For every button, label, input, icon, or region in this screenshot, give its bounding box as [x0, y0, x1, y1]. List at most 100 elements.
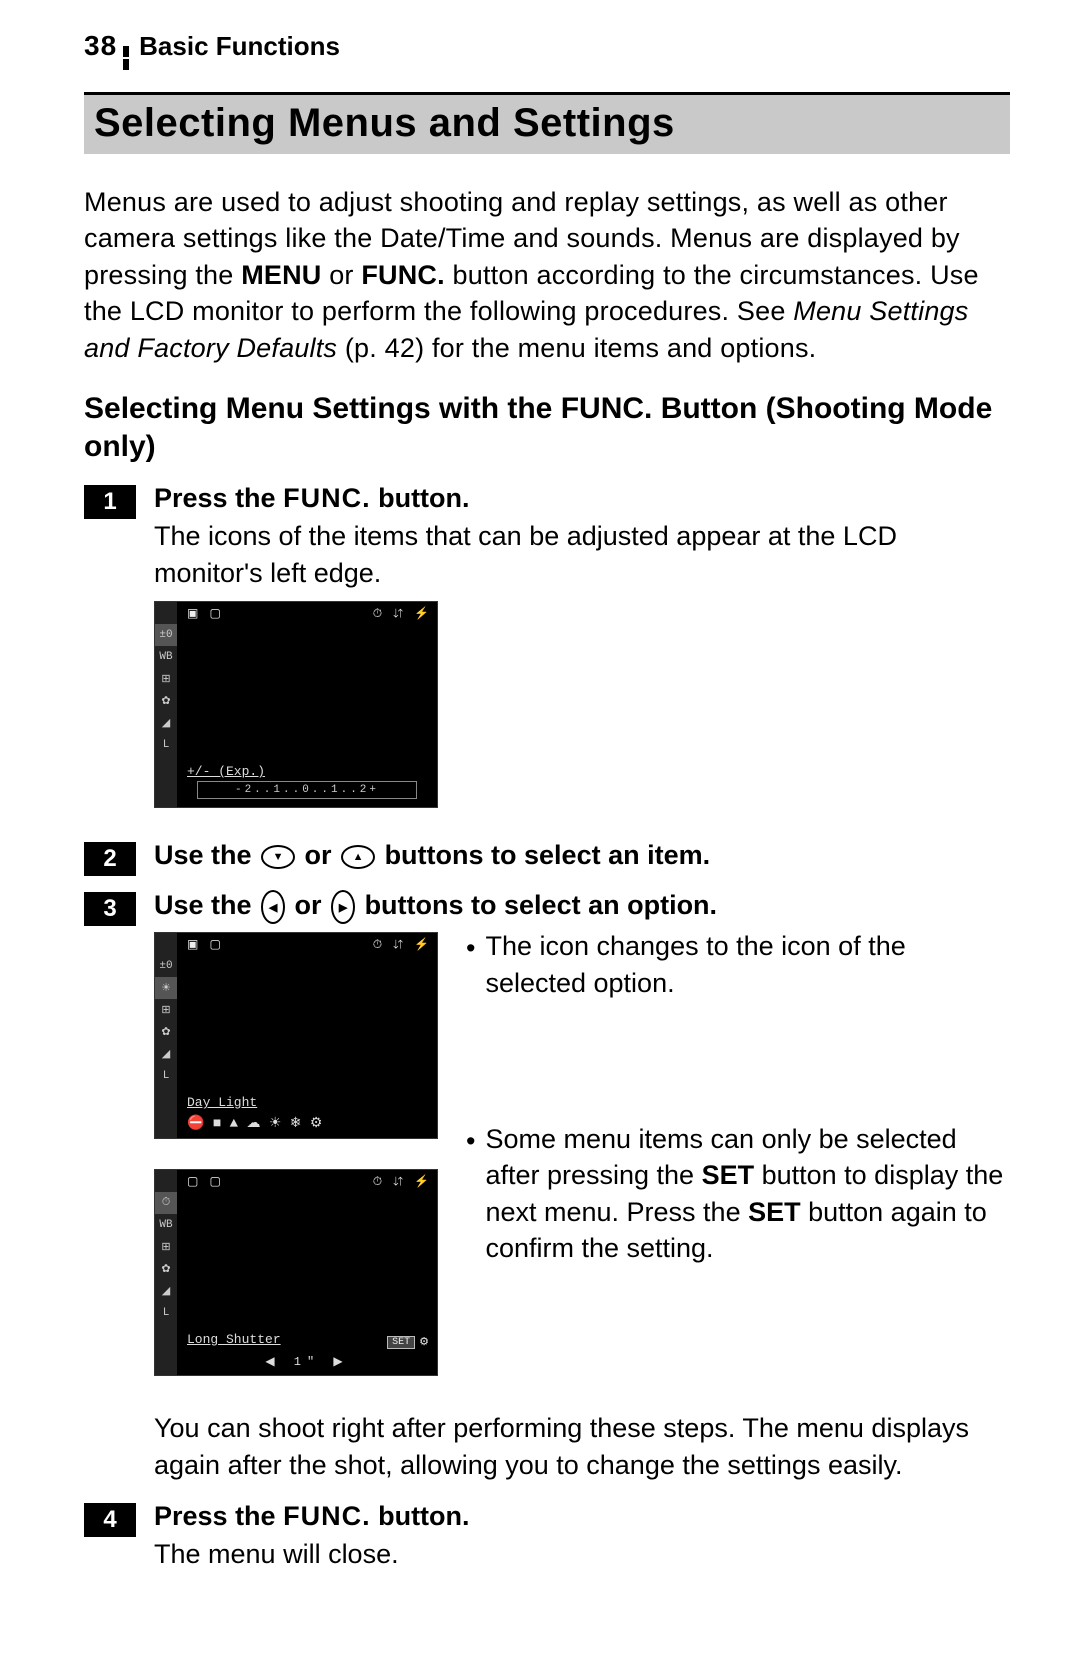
lcd-side-icon: ⊞ — [155, 999, 177, 1021]
lcd-label: Day Light — [187, 1095, 257, 1110]
step-4: 4 Press the FUNC. button. The menu will … — [84, 1501, 1010, 1582]
intro-paragraph: Menus are used to adjust shooting and re… — [84, 184, 1010, 366]
bullet-item: • The icon changes to the icon of the se… — [466, 928, 1010, 1001]
step-body: Use the ◀ or ▶ buttons to select an opti… — [154, 890, 1010, 1394]
step-title-text: or — [287, 890, 329, 920]
step-title-text: Use the — [154, 840, 259, 870]
step-title: Use the ▼ or ▲ buttons to select an item… — [154, 840, 1010, 871]
step3-row: ±0 ☀ ⊞ ✿ ◢ L ▣ ▢ ⏱ ⇵ ⚡ Day L — [154, 928, 1010, 1394]
lcd-label: +/- (Exp.) — [187, 764, 265, 779]
step-title-text: or — [297, 840, 339, 870]
lcd-screenshot-3: ⏱ WB ⊞ ✿ ◢ L ▢ ▢ ⏱ ⇵ ⚡ Long — [154, 1169, 438, 1376]
step-title-text: Use the — [154, 890, 259, 920]
step-title-text: buttons to select an option. — [357, 890, 717, 920]
lcd-main: ▢ ▢ ⏱ ⇵ ⚡ Long Shutter SET ⚙ ◀ 1" ▶ — [177, 1170, 437, 1375]
lcd-scale: -2..1..0..1..2+ — [197, 781, 417, 799]
up-button-icon: ▲ — [341, 845, 375, 869]
lcd-side-icon: ±0 — [155, 624, 177, 646]
page: 38 Basic Functions Selecting Menus and S… — [0, 0, 1080, 1656]
lcd-side-icon: ✿ — [155, 690, 177, 712]
lcd-top-icons: ▣ ▢ ⏱ ⇵ ⚡ — [187, 606, 431, 621]
down-button-icon: ▼ — [261, 845, 295, 869]
right-button-icon: ▶ — [331, 890, 355, 924]
bullet-icon: • — [466, 1123, 475, 1267]
lcd-screenshot-2: ±0 ☀ ⊞ ✿ ◢ L ▣ ▢ ⏱ ⇵ ⚡ Day L — [154, 932, 438, 1139]
lcd-sidebar: ±0 WB ⊞ ✿ ◢ L — [155, 602, 177, 807]
lcd-screenshot-1: ±0 WB ⊞ ✿ ◢ L ▣ ▢ ⏱ ⇵ ⚡ +/- (Exp.) -2..1… — [154, 601, 438, 808]
lcd-set-badge: SET ⚙ — [387, 1335, 429, 1349]
bullet-text: Some menu items can only be selected aft… — [485, 1121, 1010, 1267]
page-header: 38 Basic Functions — [84, 30, 1010, 68]
func-label: FUNC. — [361, 260, 445, 290]
step-number-badge: 2 — [84, 842, 136, 876]
lcd-side-icon: ◢ — [155, 1043, 177, 1065]
step-title-text: Press the — [154, 1501, 283, 1531]
step-title: Press the FUNC. button. — [154, 1501, 1010, 1532]
set-label: SET — [748, 1197, 801, 1227]
step-2: 2 Use the ▼ or ▲ buttons to select an it… — [84, 840, 1010, 876]
lcd-top-icons: ▢ ▢ ⏱ ⇵ ⚡ — [187, 1174, 431, 1189]
lcd-top-left: ▣ ▢ — [187, 937, 223, 952]
lcd-main: ▣ ▢ ⏱ ⇵ ⚡ Day Light ⛔ ■ ▲ ☁ ☀ ❄ ⚙ — [177, 933, 437, 1138]
intro-text: (p. 42) for the menu items and options. — [337, 333, 816, 363]
lcd-side-icon: ◢ — [155, 712, 177, 734]
set-label: SET — [702, 1160, 755, 1190]
lcd-top-right: ⏱ ⇵ ⚡ — [373, 1174, 431, 1189]
step-1: 1 Press the FUNC. button. The icons of t… — [84, 483, 1010, 826]
lcd-side-icon: WB — [155, 1214, 177, 1236]
lcd-top-left: ▣ ▢ — [187, 606, 223, 621]
bullet-item: • Some menu items can only be selected a… — [466, 1121, 1010, 1267]
step-title-text: buttons to select an item. — [377, 840, 710, 870]
step-body: Press the FUNC. button. The menu will cl… — [154, 1501, 1010, 1582]
step-title: Press the FUNC. button. — [154, 483, 1010, 514]
step-3: 3 Use the ◀ or ▶ buttons to select an op… — [84, 890, 1010, 1394]
lcd-side-icon: ✿ — [155, 1258, 177, 1280]
left-button-icon: ◀ — [261, 890, 285, 924]
step-number-badge: 4 — [84, 1503, 136, 1537]
lcd-top-right: ⏱ ⇵ ⚡ — [373, 937, 431, 952]
lcd-label: Long Shutter — [187, 1332, 281, 1347]
step-title-text: button. — [371, 1501, 470, 1531]
lcd-side-icon: L — [155, 734, 177, 756]
step-body: Use the ▼ or ▲ buttons to select an item… — [154, 840, 1010, 875]
step-title-text: Press the — [154, 483, 283, 513]
set-icon: ⚙ — [419, 1335, 429, 1349]
page-title: Selecting Menus and Settings — [94, 101, 1000, 146]
lcd-stack: ±0 ☀ ⊞ ✿ ◢ L ▣ ▢ ⏱ ⇵ ⚡ Day L — [154, 928, 438, 1394]
lcd-side-icon: ⊞ — [155, 668, 177, 690]
intro-text: or — [322, 260, 362, 290]
bullet-icon: • — [466, 930, 475, 1001]
page-number: 38 — [84, 30, 117, 62]
lcd-main: ▣ ▢ ⏱ ⇵ ⚡ +/- (Exp.) -2..1..0..1..2+ — [177, 602, 437, 807]
bullet-text: The icon changes to the icon of the sele… — [485, 928, 1010, 1001]
step-title-text: button. — [371, 483, 470, 513]
func-label: FUNC. — [283, 483, 371, 513]
lcd-arrows: ◀ 1" ▶ — [265, 1354, 348, 1369]
lcd-side-icon: ±0 — [155, 955, 177, 977]
lcd-side-icon: ⏱ — [155, 1192, 177, 1214]
lcd-side-icon: L — [155, 1302, 177, 1324]
set-box: SET — [387, 1336, 415, 1349]
header-divider-icon — [123, 46, 129, 70]
step-number-badge: 1 — [84, 485, 136, 519]
lcd-side-icon: ✿ — [155, 1021, 177, 1043]
func-label: FUNC. — [283, 1501, 371, 1531]
lcd-side-icon: L — [155, 1065, 177, 1087]
step-text: The icons of the items that can be adjus… — [154, 518, 1010, 591]
menu-label: MENU — [241, 260, 321, 290]
step-text: The menu will close. — [154, 1536, 1010, 1572]
lcd-side-icon: WB — [155, 646, 177, 668]
lcd-top-icons: ▣ ▢ ⏱ ⇵ ⚡ — [187, 937, 431, 952]
section-name: Basic Functions — [139, 31, 340, 62]
lcd-top-right: ⏱ ⇵ ⚡ — [373, 606, 431, 621]
title-bar: Selecting Menus and Settings — [84, 92, 1010, 154]
step-body: Press the FUNC. button. The icons of the… — [154, 483, 1010, 826]
subsection-heading: Selecting Menu Settings with the FUNC. B… — [84, 390, 1010, 465]
step-number-badge: 3 — [84, 892, 136, 926]
lcd-side-icon: ◢ — [155, 1280, 177, 1302]
lcd-icon-row: ⛔ ■ ▲ ☁ ☀ ❄ ⚙ — [187, 1115, 427, 1132]
lcd-sidebar: ⏱ WB ⊞ ✿ ◢ L — [155, 1170, 177, 1375]
lcd-side-icon: ☀ — [155, 977, 177, 999]
bullets: • The icon changes to the icon of the se… — [466, 928, 1010, 1267]
step-title: Use the ◀ or ▶ buttons to select an opti… — [154, 890, 1010, 924]
